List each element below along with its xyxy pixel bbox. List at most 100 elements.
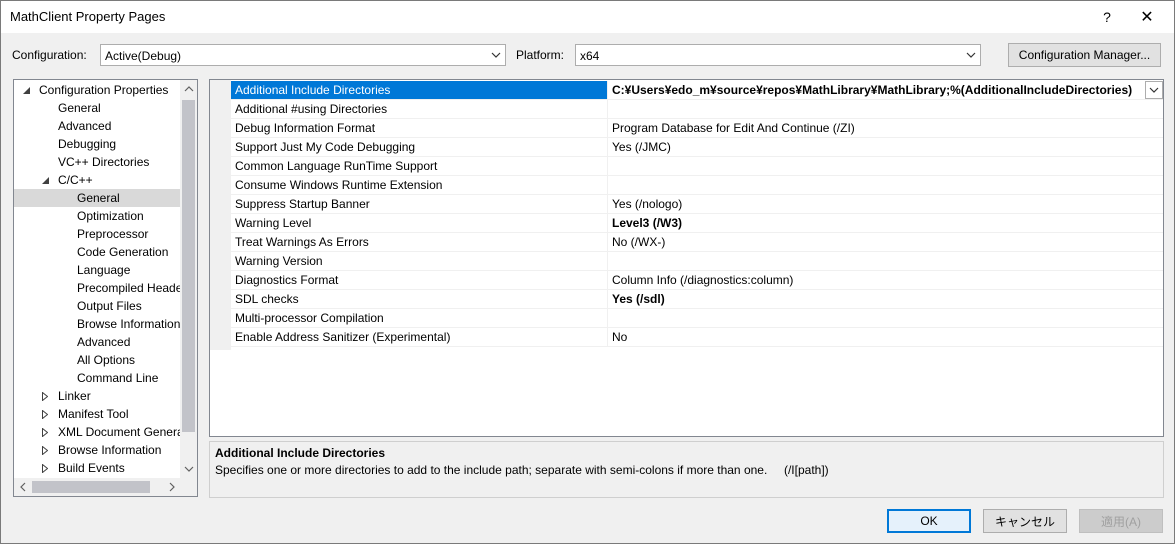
description-text: Specifies one or more directories to add…	[215, 463, 829, 477]
tree-item[interactable]: Build Events	[14, 459, 180, 477]
tree-item[interactable]: Browse Information	[14, 441, 180, 459]
expanded-triangle-icon[interactable]	[21, 81, 31, 99]
property-name: Consume Windows Runtime Extension	[235, 178, 443, 192]
tree-item[interactable]: Manifest Tool	[14, 405, 180, 423]
property-value-text: Program Database for Edit And Continue (…	[612, 121, 855, 135]
property-pages-window: MathClient Property Pages ? ✕ Configurat…	[0, 0, 1175, 544]
property-name: Warning Version	[235, 254, 323, 268]
tree-item[interactable]: Optimization	[14, 207, 180, 225]
property-value[interactable]: Program Database for Edit And Continue (…	[607, 119, 1163, 137]
tree-item-label: Build Events	[58, 461, 125, 475]
tree-vertical-scrollbar[interactable]	[180, 80, 197, 478]
property-value[interactable]: Column Info (/diagnostics:column)	[607, 271, 1163, 289]
property-name: Debug Information Format	[235, 121, 376, 135]
ok-button[interactable]: OK	[887, 509, 971, 533]
property-row[interactable]: Additional #using Directories	[231, 100, 1163, 119]
property-value[interactable]	[607, 100, 1163, 118]
scroll-left-icon[interactable]	[14, 478, 31, 496]
configuration-value: Active(Debug)	[105, 49, 182, 63]
property-row[interactable]: Warning Version	[231, 252, 1163, 271]
tree-item-label: Optimization	[77, 209, 144, 223]
property-value-text: Yes (/nologo)	[612, 197, 683, 211]
property-value[interactable]: No	[607, 328, 1163, 346]
tree-item[interactable]: Browse Information	[14, 315, 180, 333]
property-name: Warning Level	[235, 216, 312, 230]
platform-dropdown[interactable]: x64	[575, 44, 981, 66]
tree-item[interactable]: Advanced	[14, 333, 180, 351]
property-row[interactable]: Debug Information Format Program Database…	[231, 119, 1163, 138]
collapsed-triangle-icon[interactable]	[40, 387, 50, 405]
title-bar: MathClient Property Pages ? ✕	[1, 1, 1174, 33]
property-value[interactable]: Yes (/nologo)	[607, 195, 1163, 213]
property-value[interactable]	[607, 157, 1163, 175]
property-value[interactable]: C:¥Users¥edo_m¥source¥repos¥MathLibrary¥…	[607, 81, 1163, 99]
property-row[interactable]: Multi-processor Compilation	[231, 309, 1163, 328]
chevron-down-icon[interactable]	[1145, 81, 1163, 99]
collapsed-triangle-icon[interactable]	[40, 405, 50, 423]
property-value[interactable]: Level3 (/W3)	[607, 214, 1163, 232]
tree-item[interactable]: XML Document Genera	[14, 423, 180, 441]
scroll-up-icon[interactable]	[180, 80, 197, 97]
tree-horizontal-scrollbar[interactable]	[14, 478, 180, 496]
scroll-thumb[interactable]	[182, 100, 195, 432]
tree-item[interactable]: Precompiled Heade	[14, 279, 180, 297]
close-button[interactable]: ✕	[1127, 1, 1167, 33]
tree-item[interactable]: Configuration Properties	[14, 81, 180, 99]
platform-label: Platform:	[516, 48, 565, 62]
tree-item-label: Browse Information	[77, 317, 180, 331]
property-value[interactable]: Yes (/JMC)	[607, 138, 1163, 156]
property-value[interactable]	[607, 309, 1163, 327]
property-value[interactable]: Yes (/sdl)	[607, 290, 1163, 308]
property-row[interactable]: Treat Warnings As Errors No (/WX-)	[231, 233, 1163, 252]
tree-item[interactable]: Language	[14, 261, 180, 279]
scroll-down-icon[interactable]	[180, 460, 197, 477]
tree-item[interactable]: Output Files	[14, 297, 180, 315]
expanded-triangle-icon[interactable]	[40, 171, 50, 189]
property-row[interactable]: Support Just My Code Debugging Yes (/JMC)	[231, 138, 1163, 157]
property-row[interactable]: Warning Level Level3 (/W3)	[231, 214, 1163, 233]
tree-item-label: Code Generation	[77, 245, 169, 259]
tree-item-label: C/C++	[58, 173, 93, 187]
tree-item[interactable]: Debugging	[14, 135, 180, 153]
configuration-dropdown[interactable]: Active(Debug)	[100, 44, 506, 66]
tree-item[interactable]: Linker	[14, 387, 180, 405]
window-title: MathClient Property Pages	[10, 9, 166, 24]
collapsed-triangle-icon[interactable]	[40, 441, 50, 459]
property-name: Additional #using Directories	[235, 102, 388, 116]
property-value-text: No	[612, 330, 628, 344]
property-name: SDL checks	[235, 292, 299, 306]
tree-item[interactable]: VC++ Directories	[14, 153, 180, 171]
property-row[interactable]: SDL checks Yes (/sdl)	[231, 290, 1163, 309]
tree-item[interactable]: Code Generation	[14, 243, 180, 261]
collapsed-triangle-icon[interactable]	[40, 423, 50, 441]
tree-item[interactable]: Advanced	[14, 117, 180, 135]
scroll-right-icon[interactable]	[163, 478, 180, 496]
property-value[interactable]	[607, 252, 1163, 270]
property-value-text: Level3 (/W3)	[612, 216, 683, 230]
help-button[interactable]: ?	[1087, 1, 1127, 33]
tree-item-label: Preprocessor	[77, 227, 149, 241]
property-name: Diagnostics Format	[235, 273, 339, 287]
collapsed-triangle-icon[interactable]	[40, 459, 50, 477]
property-value[interactable]	[607, 176, 1163, 194]
property-row[interactable]: Diagnostics Format Column Info (/diagnost…	[231, 271, 1163, 290]
description-title: Additional Include Directories	[215, 446, 386, 460]
apply-button[interactable]: 適用(A)	[1079, 509, 1163, 533]
property-row[interactable]: Additional Include Directories C:¥Users¥e…	[231, 81, 1163, 100]
settings-tree[interactable]: Configuration Properties General Advanced D…	[13, 79, 198, 497]
cancel-button[interactable]: キャンセル	[983, 509, 1067, 533]
configuration-manager-button[interactable]: Configuration Manager...	[1008, 43, 1161, 67]
property-row[interactable]: Consume Windows Runtime Extension	[231, 176, 1163, 195]
property-row[interactable]: Enable Address Sanitizer (Experimental) N…	[231, 328, 1163, 347]
property-row[interactable]: Suppress Startup Banner Yes (/nologo)	[231, 195, 1163, 214]
tree-item[interactable]: All Options	[14, 351, 180, 369]
property-value[interactable]: No (/WX-)	[607, 233, 1163, 251]
scroll-thumb[interactable]	[32, 481, 150, 493]
property-row[interactable]: Common Language RunTime Support	[231, 157, 1163, 176]
tree-item[interactable]: General	[14, 99, 180, 117]
tree-item[interactable]: C/C++	[14, 171, 180, 189]
tree-item[interactable]: Preprocessor	[14, 225, 180, 243]
property-grid[interactable]: Additional Include Directories C:¥Users¥e…	[209, 79, 1164, 437]
tree-item[interactable]: Command Line	[14, 369, 180, 387]
tree-item[interactable]: General	[14, 189, 180, 207]
